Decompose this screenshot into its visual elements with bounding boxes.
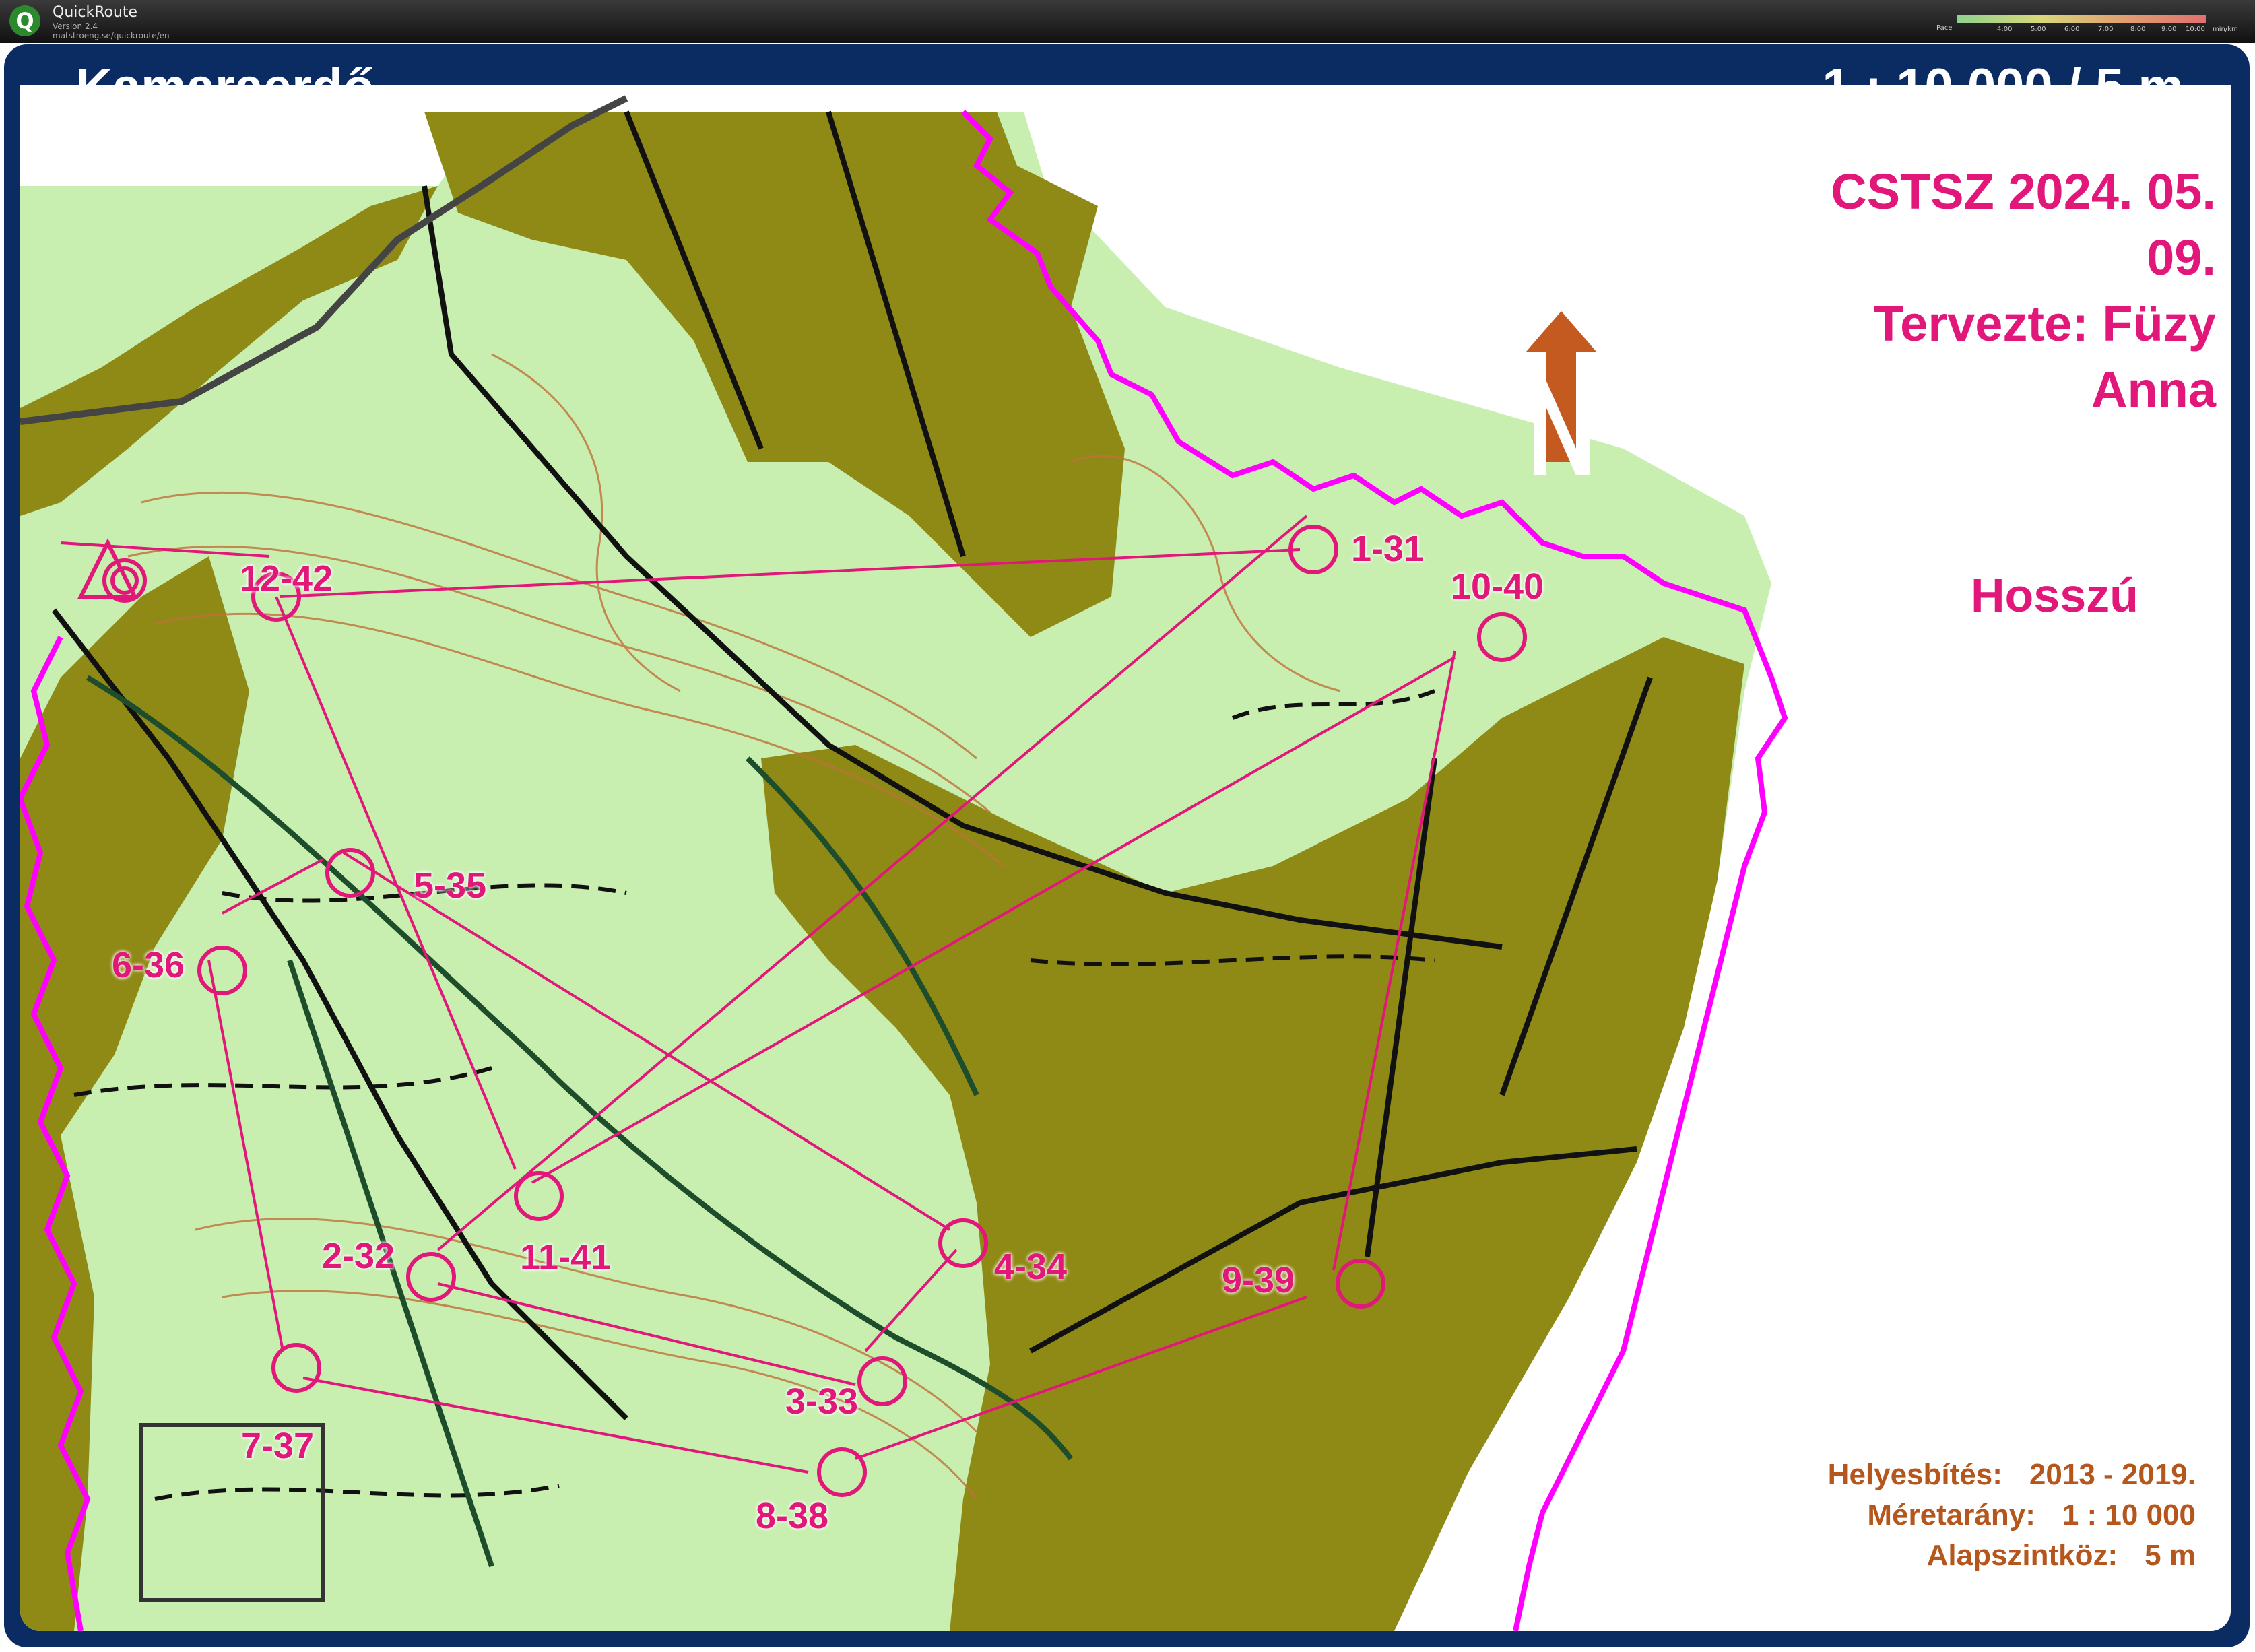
map-scale: 1 : 10 000 / 5 m xyxy=(1822,59,2184,116)
course-name: Hosszú xyxy=(1971,569,2138,622)
control-label-3: 3-33 xyxy=(785,1381,859,1422)
control-label-7: 7-37 xyxy=(241,1426,315,1466)
info-value: 5 m xyxy=(2145,1539,2196,1572)
info-row-contour: Alapszintköz: 5 m xyxy=(1785,1535,2196,1576)
info-label: Alapszintköz: xyxy=(1926,1539,2118,1572)
info-value: 2013 - 2019. xyxy=(2029,1458,2196,1491)
control-label-11: 11-41 xyxy=(520,1237,612,1278)
pace-legend: Pace 4:00 5:00 6:00 7:00 8:00 9:00 10:00… xyxy=(1936,12,2238,33)
control-label-1: 1-31 xyxy=(1351,529,1425,569)
pace-tick: 4:00 xyxy=(1997,26,2013,33)
quickroute-logo-icon: Q xyxy=(9,5,40,36)
info-label: Helyesbítés: xyxy=(1827,1458,2002,1491)
app-titlebar: Q QuickRoute Version 2.4 matstroeng.se/q… xyxy=(0,0,2255,43)
pace-tick: 5:00 xyxy=(2031,26,2046,33)
info-row-revision: Helyesbítés: 2013 - 2019. xyxy=(1785,1455,2196,1495)
map-title: Kamaraerdő xyxy=(75,59,374,116)
pace-tick: 8:00 xyxy=(2130,26,2146,33)
north-arrow-icon xyxy=(1526,311,1596,475)
app-name: QuickRoute xyxy=(53,4,138,21)
pace-tick: 7:00 xyxy=(2098,26,2114,33)
pace-color-bar xyxy=(1957,15,2206,23)
control-label-10: 10-40 xyxy=(1451,566,1544,607)
info-value: 1 : 10 000 xyxy=(2062,1498,2196,1531)
app-url: matstroeng.se/quickroute/en xyxy=(53,31,170,40)
control-label-4: 4-34 xyxy=(994,1247,1068,1287)
control-label-6: 6-36 xyxy=(112,945,185,985)
event-planner: Tervezte: Füzy Anna xyxy=(1873,296,2216,418)
event-info: CSTSZ 2024. 05. 09. Tervezte: Füzy Anna xyxy=(1751,159,2216,423)
pace-unit: min/km xyxy=(2213,26,2238,33)
control-label-9: 9-39 xyxy=(1222,1260,1295,1300)
control-label-12: 12-42 xyxy=(240,558,333,599)
pace-tick: 10:00 xyxy=(2186,26,2205,33)
control-label-2: 2-32 xyxy=(322,1236,395,1276)
pace-tick: 9:00 xyxy=(2161,26,2177,33)
control-label-8: 8-38 xyxy=(756,1496,829,1536)
info-label: Méretarány: xyxy=(1867,1498,2035,1531)
control-label-5: 5-35 xyxy=(414,865,487,906)
app-version: Version 2.4 xyxy=(53,22,98,31)
info-row-scale: Méretarány: 1 : 10 000 xyxy=(1785,1495,2196,1535)
event-date: CSTSZ 2024. 05. 09. xyxy=(1831,164,2216,286)
pace-label: Pace xyxy=(1936,24,1953,32)
map-info: Helyesbítés: 2013 - 2019. Méretarány: 1 : … xyxy=(1785,1455,2196,1576)
pace-tick: 6:00 xyxy=(2064,26,2080,33)
